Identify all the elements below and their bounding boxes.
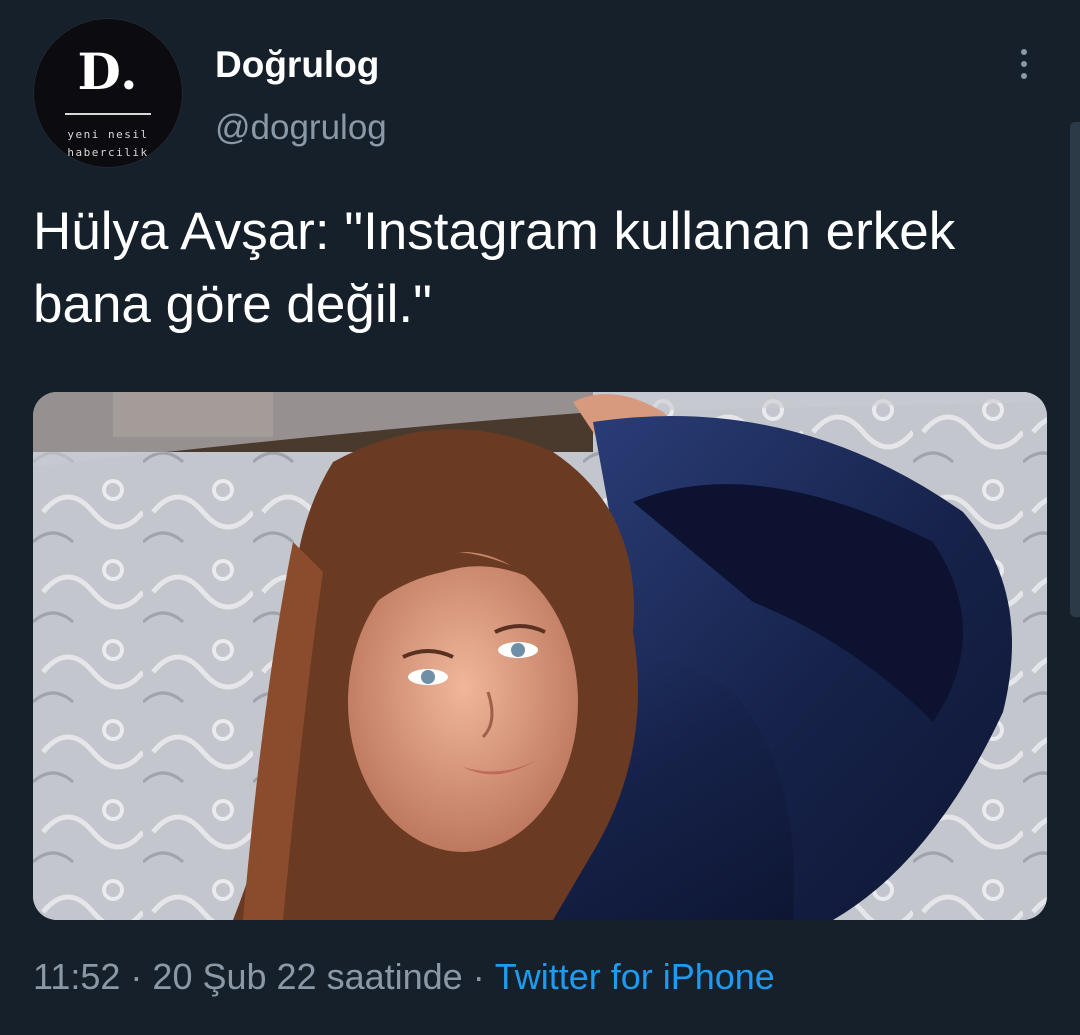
avatar-divider — [65, 113, 151, 115]
avatar-logo-letter: D. — [77, 42, 139, 101]
more-vertical-icon-dot — [1021, 73, 1027, 79]
tweet-date: 20 Şub 22 saatinde — [152, 956, 463, 997]
photo-illustration — [33, 392, 1047, 920]
user-handle[interactable]: @dogrulog — [215, 108, 387, 148]
avatar-tagline-2: habercilik — [67, 146, 149, 159]
scrollbar[interactable] — [1070, 122, 1080, 617]
meta-separator: · — [472, 956, 485, 997]
tweet-metadata: 11:52 · 20 Şub 22 saatinde · Twitter for iPh… — [33, 956, 775, 998]
more-options-button[interactable] — [1008, 40, 1040, 88]
display-name[interactable]: Doğrulog — [215, 44, 379, 86]
avatar-tagline-1: yeni nesil — [67, 128, 149, 141]
more-vertical-icon — [1021, 49, 1027, 55]
tweet-photo[interactable] — [33, 392, 1047, 920]
meta-separator: · — [130, 956, 143, 997]
more-vertical-icon-dot — [1021, 61, 1027, 67]
tweet-time: 11:52 — [33, 956, 121, 997]
tweet-source-link[interactable]: Twitter for iPhone — [495, 956, 775, 997]
avatar[interactable]: D. yeni nesil habercilik — [33, 18, 183, 168]
tweet-text: Hülya Avşar: "Instagram kullanan erkek b… — [33, 202, 956, 334]
tweet-detail: D. yeni nesil habercilik Doğrulog @dogru… — [0, 0, 1080, 1035]
